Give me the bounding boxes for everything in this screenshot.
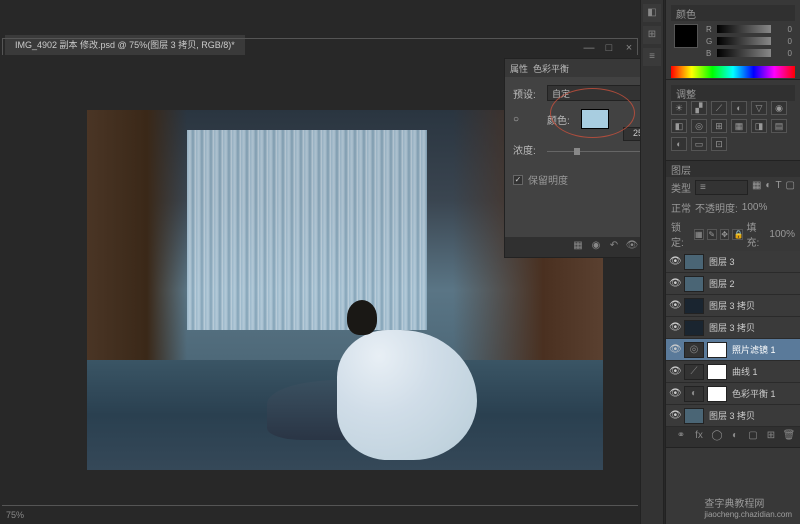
blend-mode-dropdown[interactable]: 正常: [671, 200, 691, 215]
layer-item[interactable]: 👁◎照片滤镜 1: [666, 339, 800, 361]
mask-icon[interactable]: ◯: [710, 430, 724, 444]
color-panel: 颜色 R0 G0 B0: [666, 0, 800, 80]
dlg-icon-4[interactable]: 👁: [625, 240, 639, 254]
adj-mixer-icon[interactable]: ⊞: [711, 119, 727, 133]
layers-panel: 图层 类型 ≡ ▦ ◐ T ▢ 正常 不透明度: 100% 锁定: ▦ ✎ ✥ …: [666, 161, 800, 448]
status-bar: 75%: [0, 508, 30, 524]
dialog-tab-colorbalance[interactable]: 色彩平衡: [533, 62, 569, 75]
color-swatch[interactable]: [581, 109, 609, 129]
maximize-icon[interactable]: □: [603, 42, 615, 54]
foreground-swatch[interactable]: [674, 24, 698, 48]
adj-brightness-icon[interactable]: ☀: [671, 101, 687, 115]
layer-filter-dropdown[interactable]: ≡: [695, 180, 748, 195]
trash-icon[interactable]: 🗑: [782, 430, 796, 444]
adjustments-tab[interactable]: 调整: [676, 86, 696, 101]
layer-list: 👁图层 3 👁图层 2 👁图层 3 拷贝 👁图层 3 拷贝 👁◎照片滤镜 1 👁…: [666, 251, 800, 427]
color-label: ○: [513, 114, 541, 125]
visibility-icon[interactable]: 👁: [669, 278, 681, 289]
visibility-icon[interactable]: 👁: [669, 388, 681, 399]
lock-all-icon[interactable]: 🔒: [732, 229, 743, 240]
lock-trans-icon[interactable]: ▦: [694, 229, 704, 240]
adj-exposure-icon[interactable]: ◐: [731, 101, 747, 115]
adj-lookup-icon[interactable]: ▦: [731, 119, 747, 133]
layer-item[interactable]: 👁图层 3 拷贝: [666, 317, 800, 339]
strip-icon-1[interactable]: ◧: [643, 4, 661, 22]
visibility-icon[interactable]: 👁: [669, 322, 681, 333]
adj-curves-icon[interactable]: ⟋: [711, 101, 727, 115]
adj-thresh-icon[interactable]: ◐: [671, 137, 687, 151]
opacity-value[interactable]: 100%: [742, 202, 768, 213]
layer-item[interactable]: 👁图层 3 拷贝: [666, 295, 800, 317]
layer-item[interactable]: 👁⟋曲线 1: [666, 361, 800, 383]
strip-icon-3[interactable]: ≡: [643, 48, 661, 66]
visibility-icon[interactable]: 👁: [669, 344, 681, 355]
b-slider[interactable]: [717, 49, 771, 57]
lock-pixel-icon[interactable]: ✎: [707, 229, 717, 240]
adjustments-panel: 调整 ☀ ▞ ⟋ ◐ ▽ ◉ ◧ ◎ ⊞ ▦ ◨ ▤ ◐ ▭ ⊡: [666, 80, 800, 161]
adj-levels-icon[interactable]: ▞: [691, 101, 707, 115]
dlg-icon-1[interactable]: ▦: [571, 240, 585, 254]
layer-item[interactable]: 👁图层 3 拷贝: [666, 405, 800, 427]
adj-vibrance-icon[interactable]: ▽: [751, 101, 767, 115]
strip-icon-2[interactable]: ⊞: [643, 26, 661, 44]
adj-invert-icon[interactable]: ◨: [751, 119, 767, 133]
layer-item[interactable]: 👁图层 2: [666, 273, 800, 295]
preset-label: 预设:: [513, 86, 541, 101]
adj-select-icon[interactable]: ⊡: [711, 137, 727, 151]
fx-icon[interactable]: fx: [692, 430, 706, 444]
filter-icon-3[interactable]: T: [775, 180, 781, 195]
filter-icon-1[interactable]: ▦: [752, 180, 761, 195]
visibility-icon[interactable]: 👁: [669, 256, 681, 267]
filter-icon-4[interactable]: ▢: [786, 180, 795, 195]
adj-poster-icon[interactable]: ▤: [771, 119, 787, 133]
group-icon[interactable]: ▢: [746, 430, 760, 444]
minimize-icon[interactable]: —: [583, 42, 595, 54]
new-layer-icon[interactable]: ⊞: [764, 430, 778, 444]
dlg-icon-3[interactable]: ↶: [607, 240, 621, 254]
layer-item[interactable]: 👁图层 3: [666, 251, 800, 273]
layers-tab[interactable]: 图层: [671, 162, 691, 177]
close-icon[interactable]: ×: [623, 42, 635, 54]
preset-dropdown[interactable]: 自定: [547, 85, 653, 101]
lock-pos-icon[interactable]: ✥: [720, 229, 730, 240]
fill-value[interactable]: 100%: [769, 229, 795, 240]
preserve-label: 保留明度: [528, 172, 568, 187]
preserve-checkbox[interactable]: ✓: [513, 175, 523, 185]
visibility-icon[interactable]: 👁: [669, 410, 681, 421]
link-layers-icon[interactable]: ⚭: [674, 430, 688, 444]
properties-dialog: 属性 色彩平衡 ▸≡ 预设: 自定 ○ 颜色: 浓度: 25 ✓ 保留明度: [504, 58, 662, 258]
watermark: 查字典教程网 jiaocheng.chazidian.com: [704, 495, 792, 519]
density-slider[interactable]: [547, 145, 653, 157]
collapsed-panel-strip: ◧ ⊞ ≡: [640, 0, 664, 524]
visibility-icon[interactable]: 👁: [669, 300, 681, 311]
dialog-tab-properties[interactable]: 属性: [510, 62, 528, 75]
fill-adj-icon[interactable]: ◐: [728, 430, 742, 444]
dlg-icon-2[interactable]: ◉: [589, 240, 603, 254]
density-label: 浓度:: [513, 142, 541, 157]
color-panel-tab[interactable]: 颜色: [676, 6, 696, 21]
r-slider[interactable]: [717, 25, 771, 33]
adj-bw-icon[interactable]: ◧: [671, 119, 687, 133]
adj-gradmap-icon[interactable]: ▭: [691, 137, 707, 151]
visibility-icon[interactable]: 👁: [669, 366, 681, 377]
adj-hue-icon[interactable]: ◉: [771, 101, 787, 115]
g-slider[interactable]: [717, 37, 771, 45]
layer-item[interactable]: 👁◐色彩平衡 1: [666, 383, 800, 405]
filter-icon-2[interactable]: ◐: [765, 180, 771, 195]
color-spectrum[interactable]: [671, 66, 795, 78]
adj-photo-icon[interactable]: ◎: [691, 119, 707, 133]
